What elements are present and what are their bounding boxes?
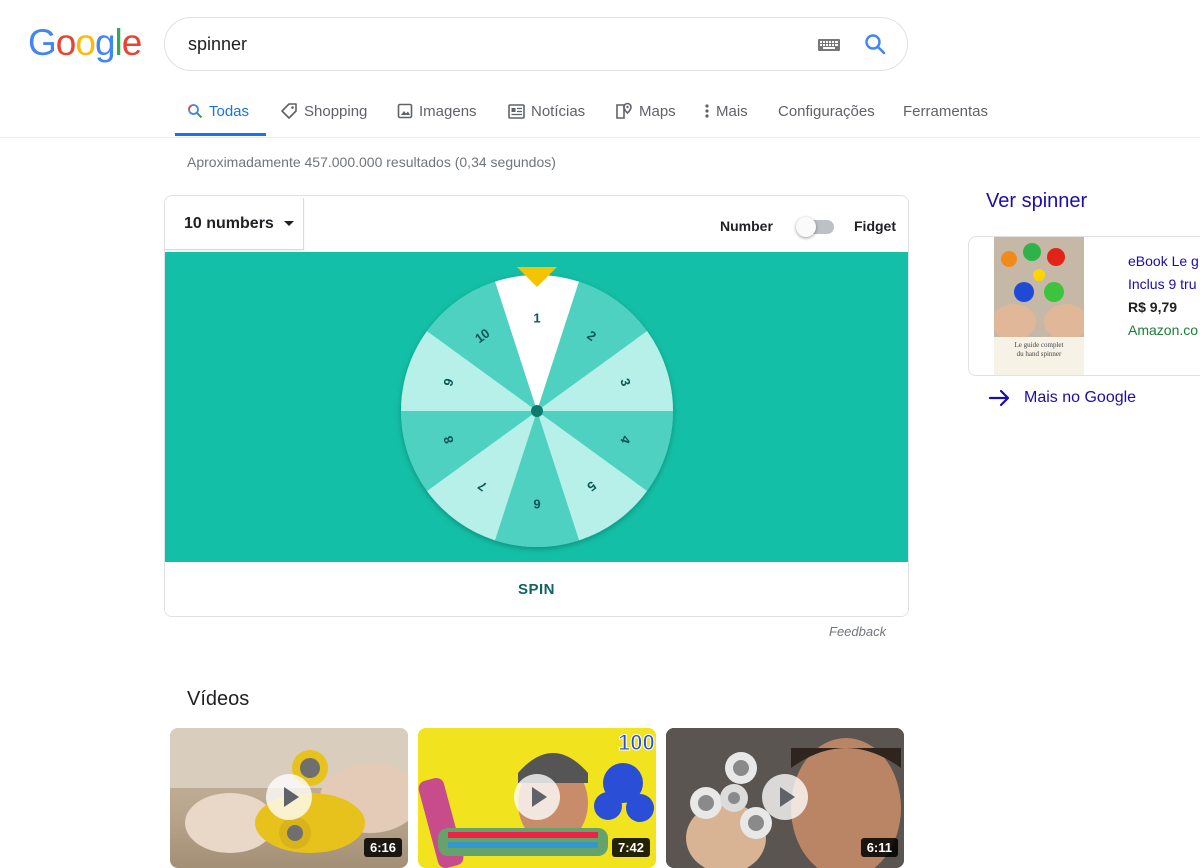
caret-down-icon <box>283 221 294 226</box>
videos-heading: Vídeos <box>187 688 250 710</box>
wheel-number: 6 <box>533 497 540 512</box>
more-on-google-link[interactable]: Mais no Google <box>988 388 1136 408</box>
tab-label: Todas <box>209 102 250 120</box>
product-title-line1[interactable]: eBook Le g <box>1128 253 1199 269</box>
play-icon <box>266 774 312 820</box>
image-icon <box>397 103 413 119</box>
tab-label: Maps <box>639 102 676 120</box>
logo-letter: o <box>55 22 77 63</box>
tab-todas[interactable]: Todas <box>187 86 249 136</box>
cover-title-1: Le guide complet <box>1015 341 1064 349</box>
logo-letter: o <box>75 22 96 63</box>
feedback-link[interactable]: Feedback <box>829 624 886 639</box>
mode-number-label: Number <box>720 218 773 234</box>
tab-noticias[interactable]: Notícias <box>508 86 585 136</box>
search-icon <box>187 103 203 119</box>
logo-letter: g <box>94 22 116 63</box>
video-thumbnail[interactable]: 6:16 <box>170 728 408 868</box>
cover-title-2: du hand spinner <box>1017 350 1062 358</box>
tab-mais[interactable]: Mais <box>704 86 748 136</box>
wheel-center <box>531 405 543 417</box>
map-pin-icon <box>615 102 633 120</box>
wheel-number: 1 <box>533 310 540 325</box>
google-logo[interactable]: Google <box>28 22 143 64</box>
news-icon <box>508 103 525 119</box>
toggle-knob <box>796 217 816 237</box>
tab-label: Shopping <box>304 102 368 120</box>
active-tab-indicator <box>175 133 266 136</box>
logo-letter: l <box>114 22 123 63</box>
tab-label: Ferramentas <box>903 102 989 120</box>
search-box <box>164 17 908 71</box>
keyboard-icon[interactable] <box>817 37 841 58</box>
result-stats: Aproximadamente 457.000.000 resultados (… <box>187 154 556 170</box>
video-duration: 7:42 <box>611 838 650 857</box>
tab-configuracoes[interactable]: Configurações <box>778 86 875 136</box>
tab-shopping[interactable]: Shopping <box>280 86 367 136</box>
tab-ferramentas[interactable]: Ferramentas <box>903 86 988 136</box>
mode-toggle[interactable] <box>796 217 836 237</box>
svg-text:100: 100 <box>618 730 655 755</box>
search-icon[interactable] <box>863 32 887 61</box>
video-thumbnail[interactable]: 100 7:42 <box>418 728 656 868</box>
tab-maps[interactable]: Maps <box>615 86 676 136</box>
product-image: Le guide complet du hand spinner <box>994 237 1084 375</box>
tab-label: Configurações <box>778 102 875 120</box>
spinner-controls: 10 numbers Number Fidget <box>165 196 908 252</box>
tab-label: Imagens <box>419 102 477 120</box>
play-icon <box>762 774 808 820</box>
tag-icon <box>280 102 298 120</box>
play-icon <box>514 774 560 820</box>
spin-button[interactable]: SPIN <box>518 581 555 598</box>
video-thumbnail[interactable]: 6:11 <box>666 728 904 868</box>
logo-letter: e <box>121 22 143 63</box>
spin-row: SPIN <box>165 562 908 616</box>
product-store: Amazon.co <box>1128 322 1199 338</box>
tab-label: Mais <box>716 102 748 120</box>
video-duration: 6:16 <box>363 838 402 857</box>
spinner-wheel[interactable]: 12345678910 <box>165 252 908 562</box>
ver-spinner-heading[interactable]: Ver spinner <box>986 190 1087 213</box>
logo-letter: G <box>28 22 57 63</box>
mode-fidget-label: Fidget <box>854 218 896 234</box>
tab-label: Notícias <box>531 102 586 120</box>
dropdown-label: 10 numbers <box>184 214 274 232</box>
product-card[interactable]: Le guide complet du hand spinner eBook L… <box>968 236 1200 376</box>
more-vert-icon <box>704 103 710 119</box>
search-tabs: Todas Shopping Imagens Notícias Maps Mai… <box>0 86 1200 138</box>
more-on-google-label: Mais no Google <box>1024 389 1137 406</box>
product-title-line2[interactable]: Inclus 9 tru <box>1128 276 1196 292</box>
video-duration: 6:11 <box>860 838 898 857</box>
tab-imagens[interactable]: Imagens <box>397 86 477 136</box>
arrow-right-icon <box>988 388 1012 408</box>
product-price: R$ 9,79 <box>1128 299 1178 315</box>
spinner-wheel-area: 1 2 3 4 5 6 7 8 9 10 <box>165 252 908 562</box>
numbers-dropdown[interactable]: 10 numbers <box>165 198 304 250</box>
spinner-card: 10 numbers Number Fidget 1 2 3 4 5 6 7 8 9 10 SPI… <box>164 195 909 617</box>
search-input[interactable] <box>188 32 788 56</box>
